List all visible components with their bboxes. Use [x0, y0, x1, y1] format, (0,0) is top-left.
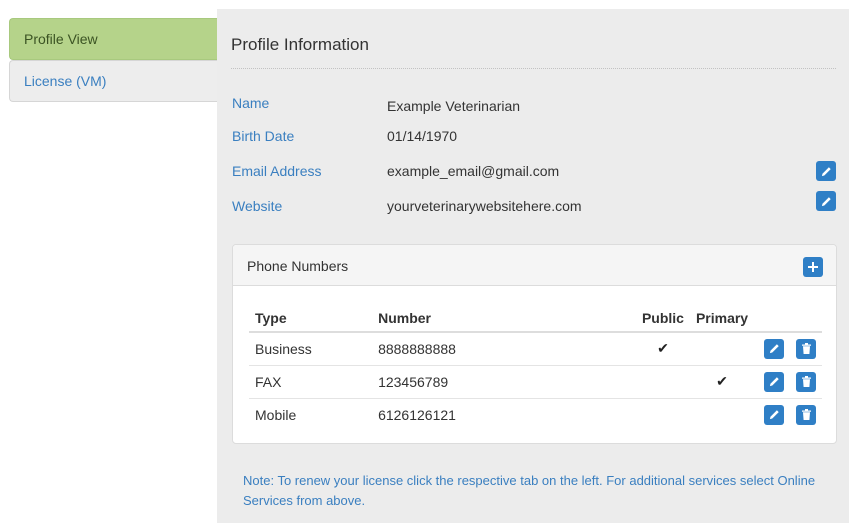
- name-label: Name: [232, 95, 270, 111]
- trash-icon: [801, 409, 811, 421]
- add-phone-button[interactable]: [803, 257, 823, 277]
- edit-phone-button[interactable]: [764, 338, 784, 359]
- public-check-icon: [636, 398, 690, 431]
- tab-profile-view[interactable]: Profile View: [9, 18, 217, 60]
- primary-check-icon: [689, 332, 755, 366]
- email-value: example_email@gmail.com: [387, 163, 560, 179]
- type-column-header: Type: [249, 304, 373, 333]
- website-value: yourveterinarywebsitehere.com: [387, 198, 582, 214]
- actions-column-header: [754, 304, 822, 333]
- sidebar: Profile View License (VM): [9, 18, 217, 102]
- phone-type: FAX: [249, 365, 373, 399]
- profile-panel: Profile Information Name Example Veterin…: [217, 9, 849, 523]
- birth-date-value: 01/14/1970: [387, 128, 458, 144]
- email-label: Email Address: [232, 163, 322, 179]
- plus-icon: [808, 262, 818, 272]
- birth-date-label: Birth Date: [232, 128, 295, 144]
- table-row: Business 8888888888 ✔: [249, 332, 822, 366]
- delete-phone-button[interactable]: [796, 404, 816, 425]
- delete-phone-button[interactable]: [796, 371, 816, 392]
- table-header-row: Type Number Public Primary: [249, 304, 822, 333]
- phone-numbers-title: Phone Numbers: [247, 258, 349, 274]
- table-row: FAX 123456789 ✔: [249, 365, 822, 399]
- trash-icon: [801, 343, 811, 355]
- edit-phone-button[interactable]: [764, 371, 784, 392]
- public-check-icon: [635, 365, 690, 399]
- pencil-icon: [769, 344, 779, 354]
- pencil-icon: [821, 196, 832, 207]
- tab-profile-view-label: Profile View: [24, 31, 98, 47]
- renewal-note: Note: To renew your license click the re…: [243, 473, 816, 508]
- public-column-header: Public: [635, 304, 690, 333]
- primary-check-icon: ✔: [689, 365, 755, 399]
- number-column-header: Number: [372, 304, 636, 333]
- website-label: Website: [232, 198, 283, 214]
- phone-numbers-header: Phone Numbers: [233, 245, 836, 286]
- name-value: Example Veterinarian: [387, 98, 521, 114]
- tab-license-vm[interactable]: License (VM): [9, 60, 217, 102]
- edit-website-button[interactable]: [816, 191, 836, 211]
- title-divider: [231, 68, 836, 69]
- public-check-icon: ✔: [635, 332, 690, 366]
- pencil-icon: [821, 166, 832, 177]
- tab-license-vm-label: License (VM): [24, 73, 107, 89]
- pencil-icon: [769, 410, 779, 420]
- trash-icon: [801, 376, 811, 387]
- edit-phone-button[interactable]: [764, 404, 784, 425]
- primary-column-header: Primary: [689, 304, 755, 333]
- pencil-icon: [769, 377, 779, 387]
- phone-number: 8888888888: [372, 332, 636, 366]
- delete-phone-button[interactable]: [796, 338, 816, 359]
- phone-table: Type Number Public Primary Business 8888…: [249, 304, 822, 431]
- phone-numbers-panel: Phone Numbers Type Number Public Primary: [232, 244, 837, 444]
- table-row: Mobile 6126126121: [249, 398, 822, 431]
- phone-type: Mobile: [255, 406, 297, 423]
- primary-check-icon: [690, 398, 754, 431]
- edit-email-button[interactable]: [816, 161, 836, 181]
- phone-number: 123456789: [372, 365, 636, 399]
- phone-type: Business: [249, 332, 373, 366]
- phone-number: 6126126121: [378, 406, 456, 423]
- page-title: Profile Information: [231, 35, 369, 54]
